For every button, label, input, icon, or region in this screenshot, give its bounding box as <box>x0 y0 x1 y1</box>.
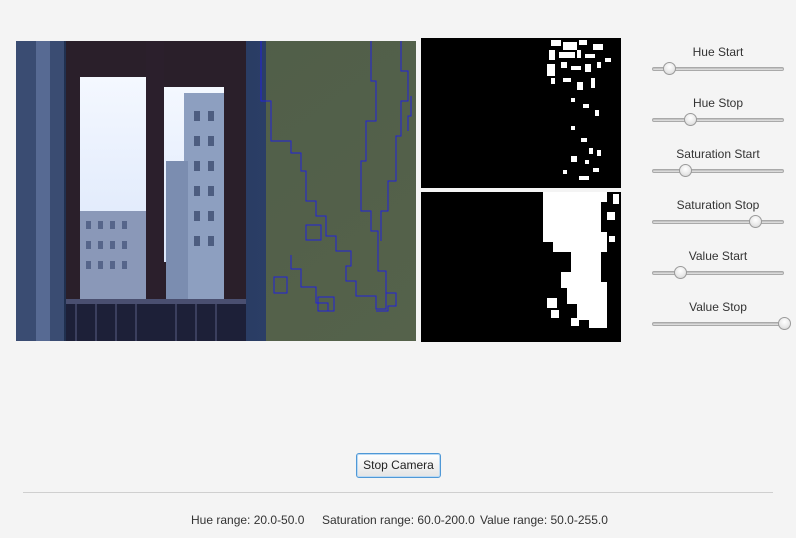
saturation-stop-track[interactable] <box>652 220 784 224</box>
separator <box>23 492 773 493</box>
value-range-text: Value range: 50.0-255.0 <box>480 513 608 527</box>
camera-original-view <box>16 41 416 341</box>
mask-image-top <box>421 38 621 188</box>
hue-start-thumb[interactable] <box>663 62 677 75</box>
value-stop-thumb[interactable] <box>778 317 791 330</box>
value-start-thumb[interactable] <box>673 266 687 279</box>
saturation-start-track[interactable] <box>652 169 784 173</box>
value-stop-label: Value Stop <box>689 300 747 314</box>
saturation-start-thumb[interactable] <box>679 164 692 177</box>
hue-stop-track[interactable] <box>652 118 784 122</box>
saturation-stop-thumb[interactable] <box>748 215 762 228</box>
saturation-stop-label: Saturation Stop <box>676 198 760 212</box>
hue-stop-label: Hue Stop <box>692 96 744 110</box>
hue-stop-thumb[interactable] <box>684 113 698 126</box>
value-start-track[interactable] <box>652 271 784 275</box>
value-start-label: Value Start <box>688 249 748 263</box>
hue-start-label: Hue Start <box>692 45 744 59</box>
value-stop-track[interactable] <box>652 322 784 326</box>
stop-camera-button[interactable]: Stop Camera <box>356 453 441 478</box>
hue-range-text: Hue range: 20.0-50.0 <box>191 513 305 527</box>
status-bar: Hue range: 20.0-50.0 Saturation range: 6… <box>0 513 796 529</box>
saturation-start-label: Saturation Start <box>676 147 760 161</box>
saturation-range-text: Saturation range: 60.0-200.0 <box>322 513 475 527</box>
mask-image-bottom <box>421 192 621 342</box>
